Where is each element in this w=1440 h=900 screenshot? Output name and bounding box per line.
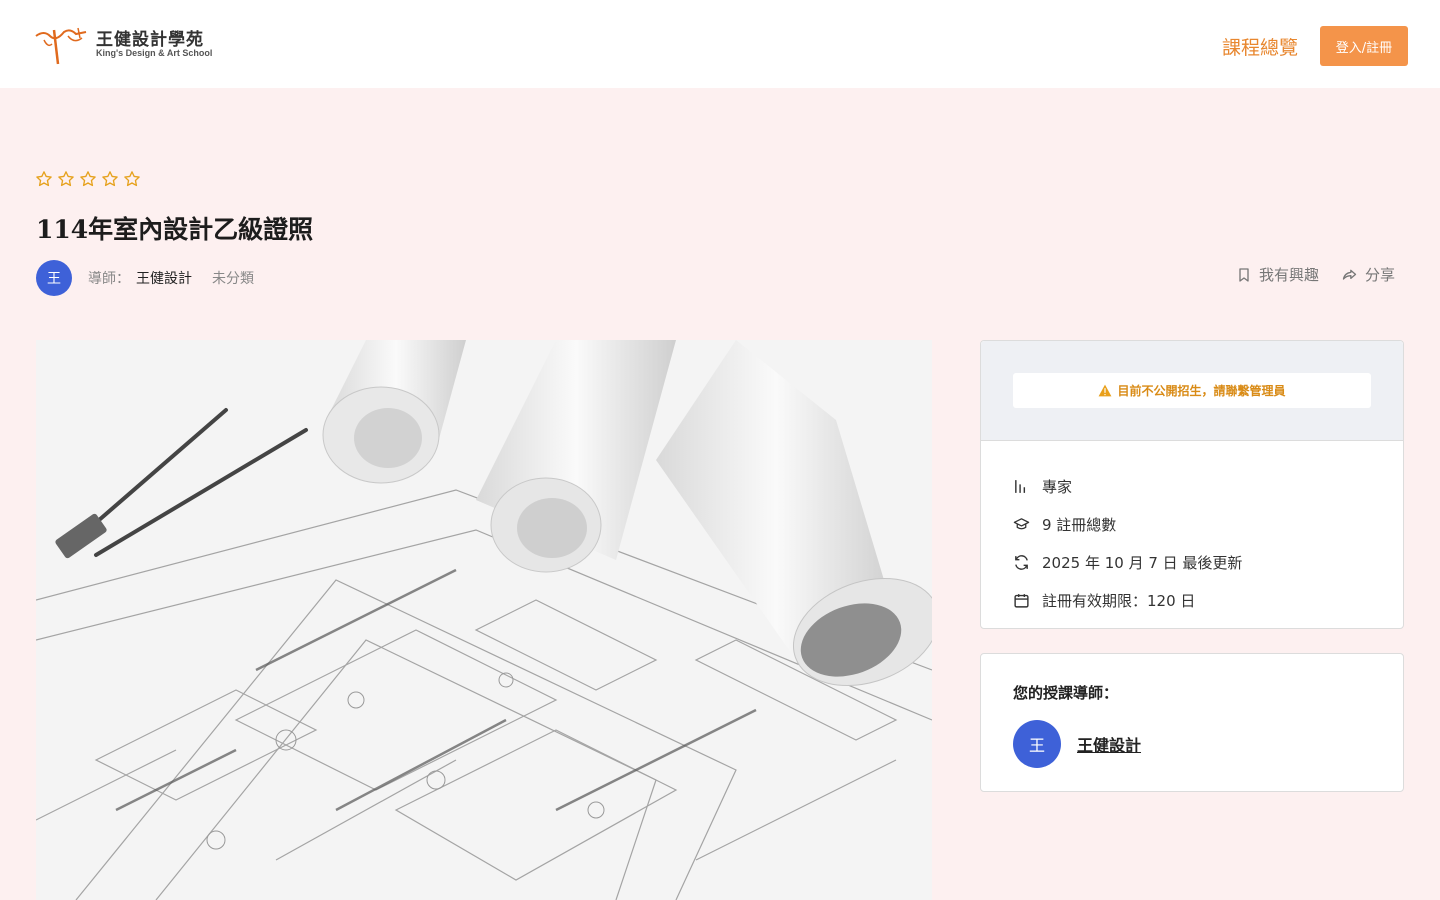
share-icon xyxy=(1342,269,1357,280)
blueprint-illustration xyxy=(36,340,932,900)
refresh-icon xyxy=(1015,554,1028,570)
info-enrolled: 9 註冊總數 xyxy=(1013,505,1403,543)
star-outline-icon xyxy=(58,171,74,187)
rating-stars xyxy=(35,170,141,188)
course-thumbnail-image xyxy=(36,340,932,900)
enrollment-notice-text: 目前不公開招生，請聯繫管理員 xyxy=(1117,384,1286,398)
course-meta: 王 導師： 王健設計 未分類 xyxy=(36,260,254,296)
wishlist-label: 我有興趣 xyxy=(1259,266,1320,284)
logo-text-en: King's Design & Art School xyxy=(96,48,213,58)
star-outline-icon xyxy=(102,171,118,187)
enrollment-panel: 目前不公開招生，請聯繫管理員 xyxy=(981,341,1403,441)
nav-course-overview[interactable]: 課程總覽 xyxy=(1222,33,1298,60)
course-info-list: 專家 9 註冊總數 2025 年 10 月 7 日 最後更新 註冊有效期限：12… xyxy=(981,441,1403,619)
info-level: 專家 xyxy=(1013,467,1403,505)
instructor-profile-link[interactable]: 王健設計 xyxy=(1077,732,1141,756)
info-updated-text: 2025 年 10 月 7 日 最後更新 xyxy=(1042,553,1243,572)
share-button[interactable]: 分享 xyxy=(1341,264,1395,285)
instructor-name-link[interactable]: 王健設計 xyxy=(136,268,192,288)
course-actions: 我有興趣 分享 xyxy=(1236,264,1395,285)
instructor-avatar-large[interactable]: 王 xyxy=(1013,720,1061,768)
logo-mark-icon xyxy=(35,27,87,65)
graduation-cap-icon xyxy=(1013,517,1030,529)
star-outline-icon xyxy=(124,171,140,187)
course-category: 未分類 xyxy=(212,271,254,287)
info-enrolled-text: 9 註冊總數 xyxy=(1042,515,1117,534)
level-bars-icon xyxy=(1015,479,1026,493)
instructor-item: 王 王健設計 xyxy=(1013,720,1141,768)
enrollment-notice: 目前不公開招生，請聯繫管理員 xyxy=(1013,373,1371,408)
course-title: 114年室內設計乙級證照 xyxy=(36,215,314,244)
site-header: 王健設計學苑 King's Design & Art School 課程總覽 登… xyxy=(0,0,1440,88)
instructor-label: 導師： xyxy=(88,271,130,287)
star-outline-icon xyxy=(36,171,52,187)
calendar-icon xyxy=(1014,593,1029,608)
share-label: 分享 xyxy=(1365,266,1396,284)
star-outline-icon xyxy=(80,171,96,187)
wishlist-button[interactable]: 我有興趣 xyxy=(1236,264,1319,285)
instructors-heading: 您的授課導師： xyxy=(1013,684,1119,702)
info-validity: 註冊有效期限：120 日 xyxy=(1013,581,1403,619)
warning-icon xyxy=(1099,384,1112,397)
login-register-button[interactable]: 登入/註冊 xyxy=(1320,26,1408,66)
bookmark-icon xyxy=(1239,267,1249,282)
info-validity-text: 註冊有效期限：120 日 xyxy=(1042,591,1196,610)
info-level-text: 專家 xyxy=(1042,477,1073,496)
instructor-avatar[interactable]: 王 xyxy=(36,260,72,296)
course-info-card: 目前不公開招生，請聯繫管理員 專家 9 註冊總數 2025 年 10 月 7 日… xyxy=(980,340,1404,629)
site-logo[interactable]: 王健設計學苑 King's Design & Art School xyxy=(34,24,224,68)
logo-text-cn: 王健設計學苑 xyxy=(96,30,204,50)
info-updated: 2025 年 10 月 7 日 最後更新 xyxy=(1013,543,1403,581)
instructors-card: 您的授課導師： 王 王健設計 xyxy=(980,653,1404,792)
